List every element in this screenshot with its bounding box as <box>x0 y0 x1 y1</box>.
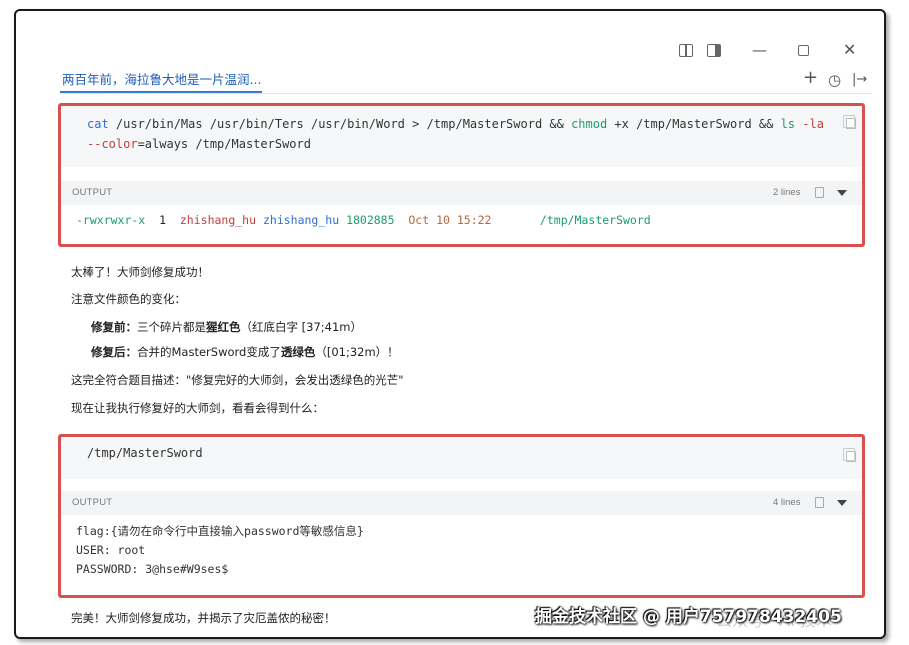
chevron-down-icon[interactable] <box>837 500 847 506</box>
output-line: -rwxrwxr-x 1 zhishang_hu zhishang_hu 180… <box>76 211 862 230</box>
output-line: USER: root <box>76 543 146 557</box>
lines-count: 2 lines <box>773 187 801 198</box>
paragraph: 这完全符合题目描述："修复完好的大师剑，会发出透绿色的光芒" <box>71 373 404 387</box>
minimize-icon[interactable]: — <box>752 42 767 58</box>
output-body: -rwxrwxr-x 1 zhishang_hu zhishang_hu 180… <box>61 205 862 230</box>
code-token: chmod <box>571 117 608 131</box>
watermark: 掘金技术社区 @ 用户7579784324​05 <box>535 607 842 627</box>
code-token: zhishang_hu <box>256 213 347 227</box>
bullet-label: 修复后： <box>91 345 137 359</box>
copy-icon[interactable] <box>843 115 856 129</box>
bullet-emphasis: 猩红色 <box>206 320 241 334</box>
command-line-2: --color=always /tmp/MasterSword <box>87 134 838 154</box>
spacer <box>61 167 862 181</box>
output-line: flag:{请勿在命令行中直接输入password等敏感信息} <box>76 524 364 538</box>
paragraph: 注意文件颜色的变化： <box>71 292 186 306</box>
code-token: zhishang_hu <box>179 213 257 227</box>
output-label: OUTPUT <box>72 187 113 198</box>
spacer <box>61 479 862 491</box>
bullet-before: 修复前：三个碎片都是猩红色（红底白字 [37;41m） <box>91 319 362 335</box>
code-token: -rwxrwxr-x <box>76 213 146 227</box>
code-token: +x /tmp/MasterSword && <box>607 117 781 131</box>
collapse-icon[interactable]: |→ <box>852 72 867 87</box>
close-icon[interactable]: ✕ <box>843 42 856 58</box>
code-block-2: /tmp/MasterSword OUTPUT 4 lines flag:{请勿… <box>58 434 865 598</box>
bullet-after: 修复后：合并的MasterSword变成了透绿色（[01;32m）！ <box>91 344 399 360</box>
split-view-icon[interactable] <box>679 44 693 57</box>
output-header: OUTPUT 4 lines <box>61 491 862 515</box>
output-body: flag:{请勿在命令行中直接输入password等敏感信息} USER: ro… <box>61 515 862 579</box>
code-token: /tmp/MasterSword <box>505 213 651 227</box>
bullet-emphasis: 透绿色 <box>280 345 316 359</box>
code-block-1: cat /usr/bin/Mas /usr/bin/Ters /usr/bin/… <box>58 103 865 247</box>
add-icon[interactable]: + <box>803 67 818 88</box>
code-token: ls <box>780 117 796 131</box>
bullet-tail: （[01;32m）！ <box>315 345 399 359</box>
code-token: --color <box>87 137 138 151</box>
output-label: OUTPUT <box>72 497 113 508</box>
command-area[interactable]: /tmp/MasterSword <box>61 437 862 479</box>
command-line-1: cat /usr/bin/Mas /usr/bin/Ters /usr/bin/… <box>87 114 838 134</box>
lines-count: 4 lines <box>773 497 801 508</box>
history-icon[interactable]: ◷ <box>828 71 841 89</box>
tab-divider <box>60 93 872 94</box>
code-token: 1 <box>145 213 180 227</box>
copy-output-icon[interactable] <box>815 187 824 198</box>
chevron-down-icon[interactable] <box>837 190 847 196</box>
bullet-tail: （红底白字 [37;41m） <box>240 320 363 334</box>
bullet-text: 三个碎片都是 <box>137 320 206 334</box>
code-token: Oct 10 15:22 <box>394 213 506 227</box>
code-token: 1802885 <box>346 213 395 227</box>
bullet-text: 合并的MasterSword变成了 <box>137 345 281 359</box>
paragraph: 太棒了！大师剑修复成功！ <box>71 265 209 279</box>
restore-icon[interactable] <box>798 45 809 56</box>
sidebar-toggle-icon[interactable] <box>707 44 721 57</box>
copy-icon[interactable] <box>843 448 856 462</box>
command-line: /tmp/MasterSword <box>87 446 203 460</box>
copy-output-icon[interactable] <box>815 497 824 508</box>
code-token: -la <box>795 117 824 131</box>
paragraph: 完美！大师剑修复成功，并揭示了灾厄盖侬的秘密！ <box>71 611 336 625</box>
tab-title[interactable]: 两百年前，海拉鲁大地是一片温润... <box>62 69 261 88</box>
paragraph: 现在让我执行修复好的大师剑，看看会得到什么： <box>71 401 324 415</box>
code-token: /usr/bin/Mas /usr/bin/Ters /usr/bin/Word… <box>108 117 572 131</box>
window-frame: — ✕ 两百年前，海拉鲁大地是一片温润... + ◷ |→ cat /usr/b… <box>14 9 886 639</box>
output-header: OUTPUT 2 lines <box>61 181 862 205</box>
output-line: PASSWORD: 3@hse#W9ses$ <box>76 562 229 576</box>
code-token: =always /tmp/MasterSword <box>137 137 311 151</box>
code-token: cat <box>87 117 109 131</box>
bullet-label: 修复前： <box>91 320 137 334</box>
command-area[interactable]: cat /usr/bin/Mas /usr/bin/Ters /usr/bin/… <box>61 106 862 167</box>
